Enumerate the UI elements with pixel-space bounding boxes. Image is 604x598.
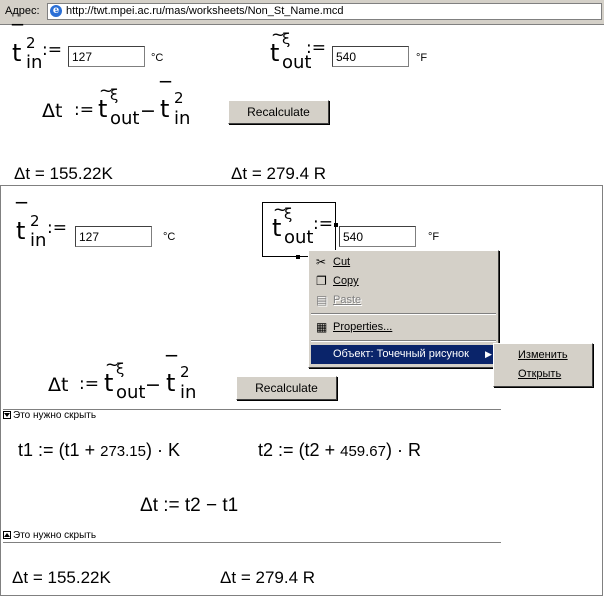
recalculate-button-2[interactable]: Recalculate: [236, 376, 337, 400]
assign-op: :=: [42, 40, 62, 60]
paste-icon: ▤: [316, 293, 328, 307]
dt-formula: Δt := t2 − t1: [140, 495, 239, 516]
result-delta-r-2: Δt = 279.4 R: [220, 568, 316, 587]
t-out-unit-2: °F: [428, 231, 440, 243]
delta-t: Δt: [48, 374, 69, 396]
properties-icon: ▦: [316, 320, 328, 334]
address-label: Адрес:: [5, 5, 40, 17]
t2-formula: t2 := (t2 + 459.67) · R: [258, 440, 422, 460]
t-in-term: ‾ t 2 in: [160, 79, 191, 129]
minus-op: −: [145, 374, 161, 396]
address-bar: Адрес: e http://twt.mpei.ac.ru/mas/works…: [0, 0, 604, 25]
submenu-item-edit[interactable]: Изменить: [496, 346, 568, 365]
assign-op: :=: [47, 218, 67, 238]
t-in-input-2[interactable]: [75, 226, 152, 247]
minus-op: −: [140, 100, 156, 122]
result-delta-k: Δt = 155.22K: [14, 164, 113, 183]
t-in-term: ‾ t 2 in: [166, 353, 197, 403]
copy-icon: ❐: [316, 274, 327, 288]
t-in-unit-2: °C: [163, 231, 176, 243]
assign-op: :=: [74, 100, 94, 120]
address-url[interactable]: http://twt.mpei.ac.ru/mas/worksheets/Non…: [66, 5, 344, 17]
resize-handle[interactable]: [334, 223, 338, 227]
t-in-unit: °C: [151, 52, 164, 64]
menu-item-copy[interactable]: ❐ Copy: [311, 272, 496, 291]
resize-handle[interactable]: [296, 255, 300, 259]
collapse-toggle[interactable]: Это нужно скрыть: [3, 410, 96, 421]
submenu-arrow-icon: ▶: [485, 349, 492, 359]
t-out-input-2[interactable]: [339, 226, 416, 247]
collapse-down-icon: [3, 411, 11, 420]
ie-page-icon: e: [50, 5, 62, 17]
t-out-input[interactable]: [332, 46, 409, 67]
expand-toggle[interactable]: Это нужно скрыть: [3, 530, 96, 541]
t-out-unit: °F: [416, 52, 428, 64]
assign-op: :=: [313, 214, 333, 234]
menu-item-paste[interactable]: ▤ Paste: [311, 291, 496, 310]
t1-formula: t1 := (t1 + 273.15) · K: [18, 440, 181, 460]
assign-op: :=: [79, 374, 99, 394]
delta-t: Δt: [42, 100, 63, 122]
recalculate-button[interactable]: Recalculate: [228, 100, 329, 124]
collapse-up-icon: [3, 531, 11, 540]
context-menu: ✂ Cut ❐ Copy ▤ Paste ▦ Properties... Объ…: [308, 250, 499, 368]
result-delta-r: Δt = 279.4 R: [231, 164, 327, 183]
object-submenu: Изменить Открыть: [493, 343, 593, 387]
menu-separator: [311, 313, 496, 315]
menu-separator: [311, 340, 496, 342]
assign-op: :=: [306, 38, 326, 58]
result-delta-k-2: Δt = 155.22K: [12, 568, 111, 587]
submenu-item-open[interactable]: Открыть: [496, 365, 561, 384]
menu-item-cut[interactable]: ✂ Cut: [311, 253, 496, 272]
address-field[interactable]: e http://twt.mpei.ac.ru/mas/worksheets/N…: [47, 3, 602, 20]
region-divider: [3, 409, 501, 410]
menu-item-object[interactable]: Объект: Точечный рисунок ▶: [311, 345, 496, 364]
t-in-input[interactable]: [68, 46, 145, 67]
menu-item-properties[interactable]: ▦ Properties...: [311, 318, 496, 337]
region-divider: [3, 542, 501, 543]
scissors-icon: ✂: [316, 255, 327, 269]
